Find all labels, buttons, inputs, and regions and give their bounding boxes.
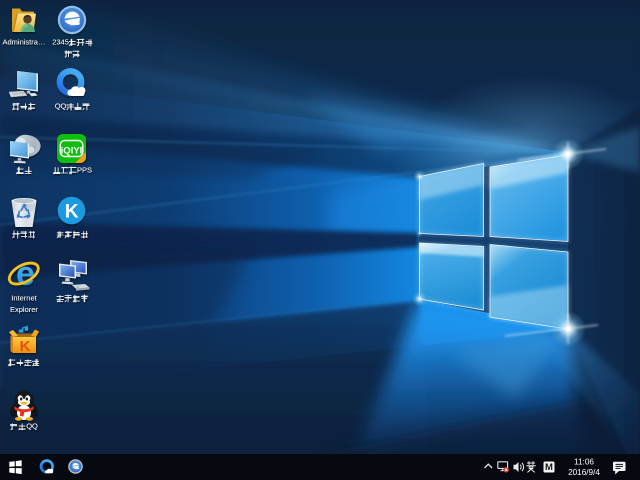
svg-text:2016/9/4: 2016/9/4 xyxy=(568,468,600,477)
svg-text:M: M xyxy=(545,462,553,473)
svg-text:11:06: 11:06 xyxy=(574,458,594,467)
